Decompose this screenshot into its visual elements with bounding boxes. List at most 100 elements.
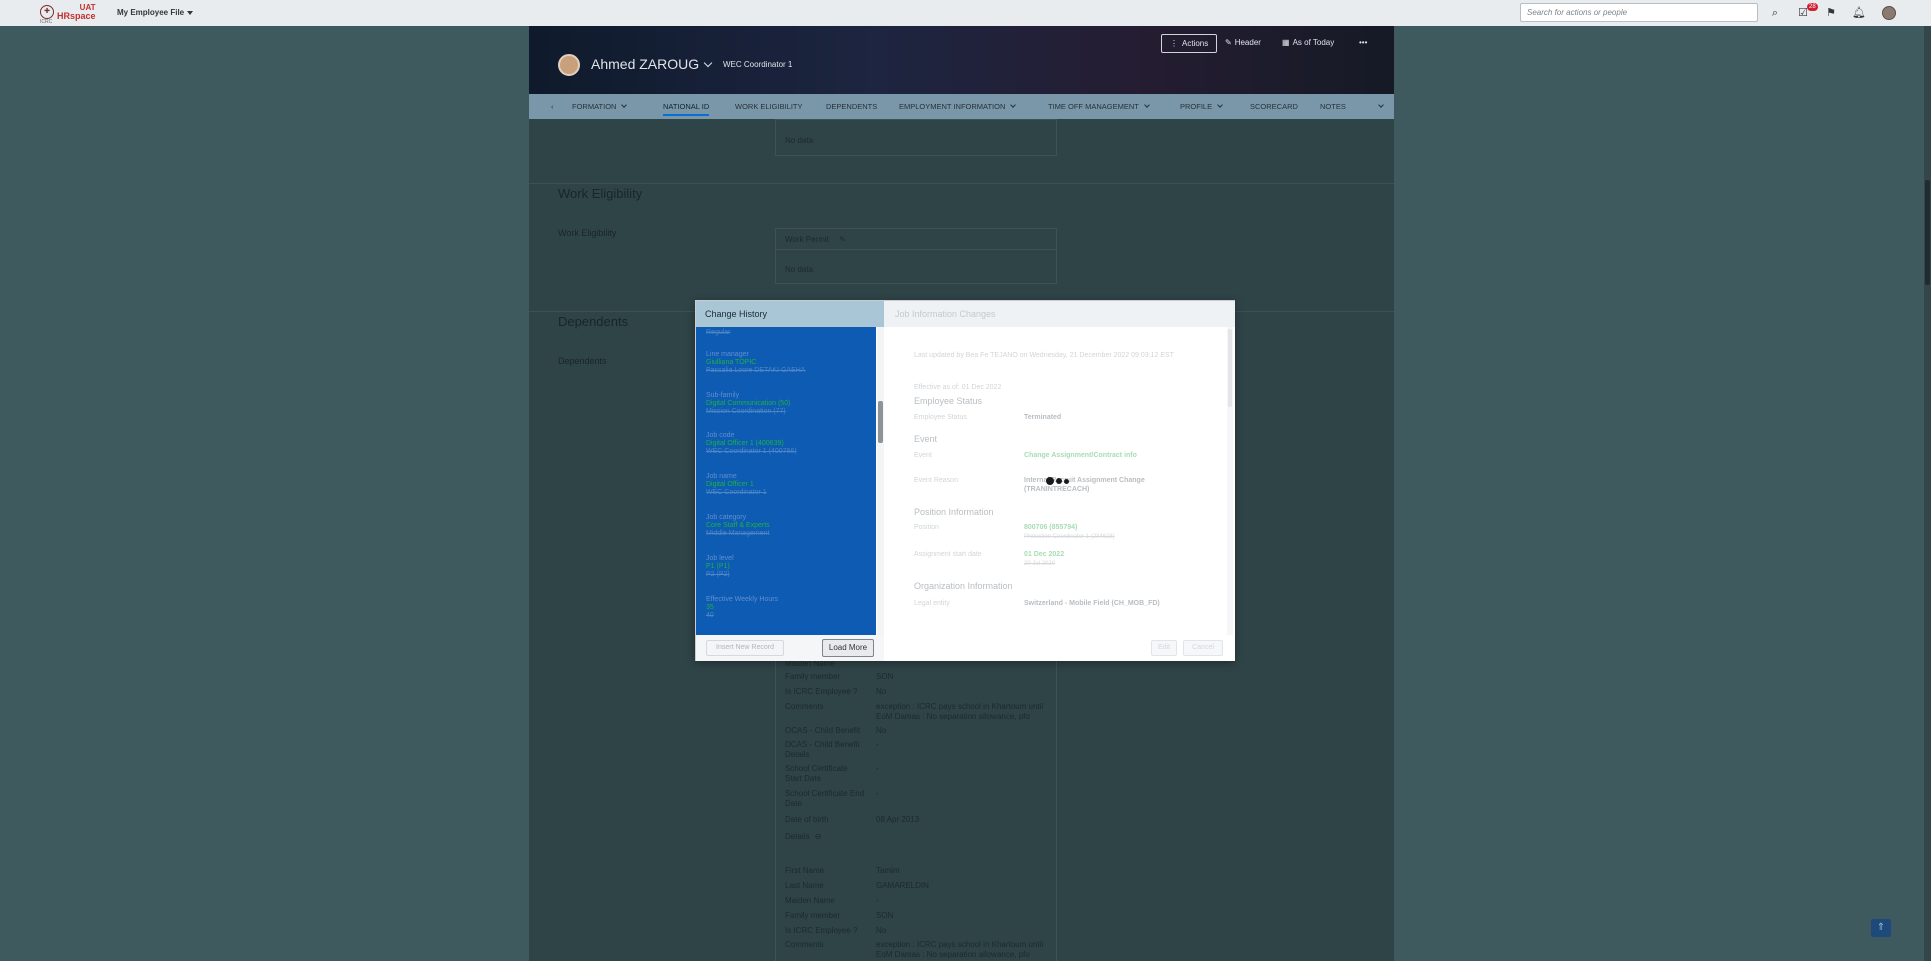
history-item[interactable]: Sub-family Digital Communication (50) Mi… bbox=[706, 392, 790, 416]
history-item[interactable]: Job name Digital Officer 1 WEC Coordinat… bbox=[706, 473, 767, 497]
module-menu[interactable]: My Employee File bbox=[117, 8, 194, 17]
history-item[interactable]: Line manager Giulliana TOPIC Pascalia Lo… bbox=[706, 351, 805, 375]
shell-bar: ✚ ICRC UAT HRspace My Employee File ⌕ ☑ … bbox=[0, 0, 1931, 26]
icrc-employee-label: Is ICRC Employee ? bbox=[785, 926, 858, 935]
tab-work-eligibility[interactable]: WORK ELIGIBILITY bbox=[735, 102, 803, 111]
approvals-icon[interactable]: ⚑ bbox=[1824, 6, 1838, 20]
as-of-today-button[interactable]: ▦ As of Today bbox=[1282, 38, 1334, 47]
assignment-start-label: Assignment start date bbox=[914, 551, 982, 558]
dependents-title: Dependents bbox=[558, 314, 629, 329]
logo-icrc-text: ICRC bbox=[40, 19, 53, 25]
history-footer: Insert New Record Load More bbox=[696, 635, 884, 661]
history-item[interactable]: Regular bbox=[706, 329, 731, 337]
history-scrollbar[interactable] bbox=[877, 327, 884, 635]
assignment-start-new-value: 01 Dec 2022 bbox=[1024, 551, 1065, 558]
insert-new-record-button[interactable]: Insert New Record bbox=[706, 640, 784, 656]
scroll-to-top-button[interactable]: ⇑ bbox=[1871, 919, 1891, 937]
dcas-value: - bbox=[876, 740, 879, 749]
dcas-label: DCAS - Child Benefit Details bbox=[785, 740, 860, 759]
details-scroll-thumb[interactable] bbox=[1228, 329, 1232, 407]
position-new-value[interactable]: 800706 (855794) bbox=[1024, 523, 1077, 532]
employee-avatar bbox=[558, 54, 580, 76]
arrow-up-icon: ⇑ bbox=[1876, 922, 1886, 933]
bell-icon[interactable]: 🔔︎ bbox=[1852, 6, 1866, 20]
section-divider bbox=[529, 183, 1394, 184]
comments-label: Comments bbox=[785, 940, 824, 949]
tab-profile[interactable]: PROFILE bbox=[1180, 102, 1223, 111]
page-scroll-thumb[interactable] bbox=[1925, 180, 1930, 285]
notification-badge: 28 bbox=[1807, 3, 1818, 11]
tabs-scroll-left-icon[interactable]: ‹ bbox=[551, 102, 554, 111]
tab-employment-information[interactable]: EMPLOYMENT INFORMATION bbox=[899, 102, 1017, 111]
position-information-header: Position Information bbox=[914, 507, 994, 517]
company-logo[interactable]: ✚ ICRC UAT HRspace bbox=[40, 4, 96, 25]
history-scroll-thumb[interactable] bbox=[878, 401, 883, 443]
history-item[interactable]: Job code Digital Officer 1 (400639) WEC … bbox=[706, 432, 797, 456]
profile-header: Ahmed ZAROUG WEC Coordinator 1 ⋮ Actions… bbox=[529, 26, 1394, 94]
position-old-value: Protection Coordinator 1 (234628) bbox=[1024, 534, 1115, 540]
school-end-label: School Certificate End Date bbox=[785, 789, 865, 808]
last-name-label: Last Name bbox=[785, 881, 824, 890]
icrc-employee-value: No bbox=[876, 926, 887, 935]
history-item[interactable]: Job level P1 (P1) P2 (P2) bbox=[706, 555, 734, 579]
event-label: Event bbox=[914, 452, 932, 459]
family-member-label: Family member bbox=[785, 672, 841, 681]
work-eligibility-label: Work Eligibility bbox=[558, 228, 617, 238]
family-member-value: SON bbox=[876, 672, 894, 681]
tab-formation[interactable]: FORMATION bbox=[572, 102, 628, 111]
no-data-text: No data bbox=[785, 136, 814, 145]
pencil-icon: ✎ bbox=[1225, 38, 1232, 47]
tab-national-id[interactable]: NATIONAL ID bbox=[663, 102, 710, 116]
chevron-down-icon bbox=[703, 58, 713, 67]
maiden-name-value: - bbox=[876, 896, 879, 905]
work-eligibility-title: Work Eligibility bbox=[558, 186, 643, 201]
change-history-list[interactable]: Regular Line manager Giulliana TOPIC Pas… bbox=[696, 327, 876, 635]
effective-as-of-text: Effective as of: 01 Dec 2022 bbox=[914, 384, 1002, 391]
edit-button[interactable]: Edit bbox=[1151, 640, 1177, 656]
search-icon[interactable]: ⌕ bbox=[1768, 6, 1782, 20]
national-id-table: No data bbox=[775, 119, 1057, 156]
history-item[interactable]: Effective Weekly Hours 35 40 bbox=[706, 596, 778, 620]
header-button[interactable]: ✎ Header bbox=[1225, 38, 1261, 47]
global-search-input[interactable] bbox=[1520, 3, 1758, 22]
event-value[interactable]: Change Assignment/Contract info bbox=[1024, 451, 1137, 460]
pencil-icon[interactable]: ✎ bbox=[839, 235, 846, 244]
last-name-value: GAMARELDIN bbox=[876, 881, 929, 890]
history-item[interactable]: Job category Core Staff & Experts Middle… bbox=[706, 514, 770, 538]
details-toggle[interactable]: Details ⊖ bbox=[785, 832, 821, 841]
employee-name-switcher[interactable]: Ahmed ZAROUG bbox=[591, 56, 713, 72]
comments-value: exception : ICRC pays school in Khartoum… bbox=[876, 940, 1044, 959]
no-data-text: No data bbox=[785, 265, 814, 274]
employee-status-value: Terminated bbox=[1024, 414, 1062, 421]
school-end-value: - bbox=[876, 789, 879, 798]
tab-time-off-management[interactable]: TIME OFF MANAGEMENT bbox=[1048, 102, 1150, 111]
tabs-more-icon[interactable] bbox=[1378, 102, 1384, 111]
maiden-name-label: Maiden Name bbox=[785, 896, 835, 905]
family-member-value: SON bbox=[876, 911, 894, 920]
family-member-label: Family member bbox=[785, 911, 841, 920]
busy-dot bbox=[1056, 478, 1062, 484]
caret-down-icon bbox=[187, 10, 194, 15]
cancel-button[interactable]: Cancel bbox=[1183, 640, 1223, 656]
load-more-button[interactable]: Load More bbox=[822, 639, 874, 657]
user-avatar[interactable] bbox=[1882, 6, 1896, 20]
employee-status-header: Employee Status bbox=[914, 396, 983, 406]
as-of-today-label: As of Today bbox=[1292, 38, 1335, 47]
event-header: Event bbox=[914, 434, 938, 444]
employee-status-label: Employee Status bbox=[914, 414, 967, 421]
page-scrollbar[interactable] bbox=[1924, 26, 1931, 961]
more-button[interactable]: ••• bbox=[1359, 38, 1367, 47]
comments-value: exception : ICRC pays school in Khartoum… bbox=[876, 702, 1044, 721]
tab-notes[interactable]: NOTES bbox=[1320, 102, 1346, 111]
actions-button[interactable]: ⋮ Actions bbox=[1161, 34, 1218, 53]
comments-label: Comments bbox=[785, 702, 824, 711]
dob-value: 08 Apr 2013 bbox=[876, 815, 920, 824]
legal-entity-value: Switzerland - Mobile Field (CH_MOB_FD) bbox=[1024, 600, 1160, 607]
vertical-dots-icon: ⋮ bbox=[1170, 39, 1178, 48]
tab-dependents[interactable]: DEPENDENTS bbox=[826, 102, 877, 111]
tab-scorecard[interactable]: SCORECARD bbox=[1250, 102, 1298, 111]
module-menu-label: My Employee File bbox=[117, 8, 185, 17]
assignment-start-old-value: 20 Jul 2020 bbox=[1024, 561, 1056, 567]
school-start-value: - bbox=[876, 764, 879, 773]
ocas-label: OCAS - Child Benefit bbox=[785, 726, 861, 735]
